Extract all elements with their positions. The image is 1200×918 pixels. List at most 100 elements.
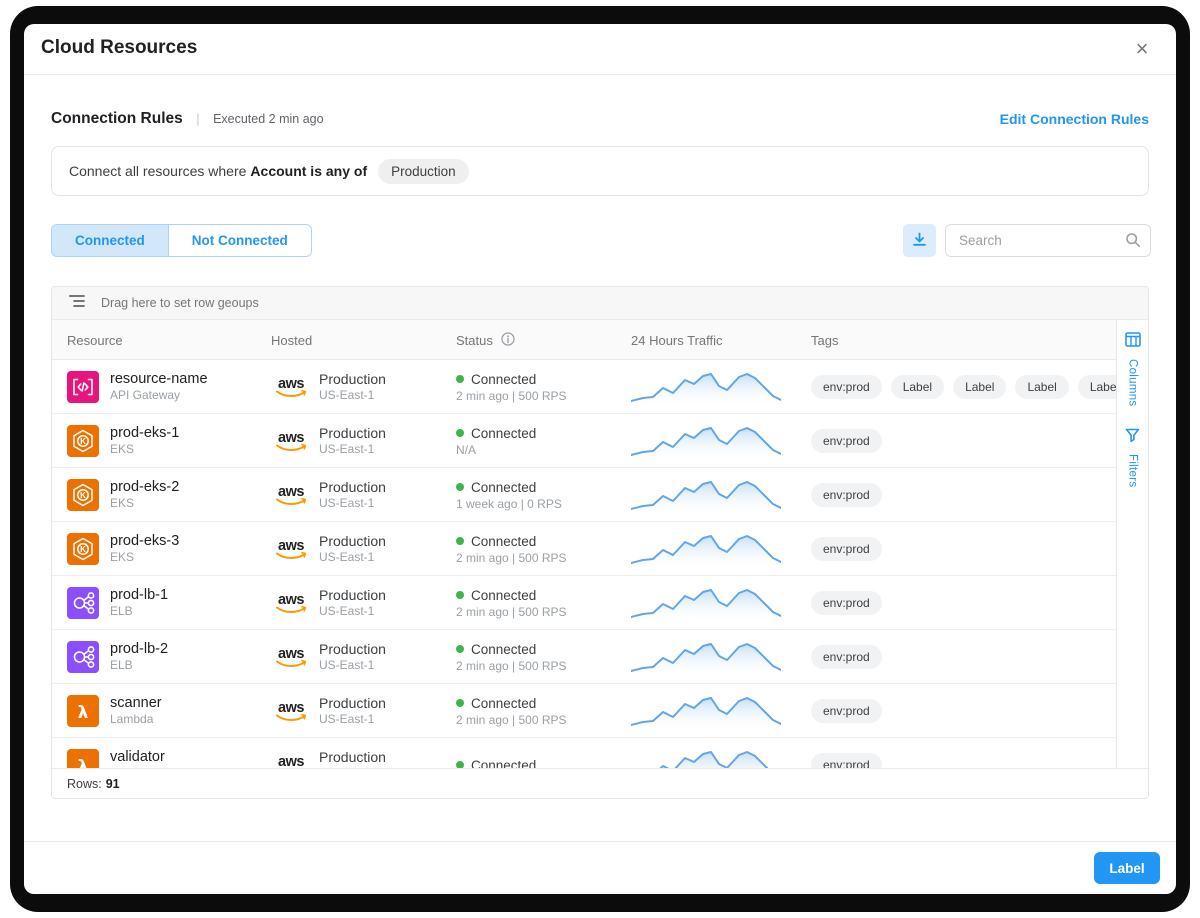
tab-connected[interactable]: Connected	[52, 225, 168, 256]
aws-logo: aws	[271, 590, 311, 616]
aws-logo: aws	[271, 536, 311, 562]
table-row[interactable]: Kprod-eks-1EKSawsProductionUS-East-1Conn…	[52, 414, 1116, 468]
traffic-sparkline	[631, 421, 781, 466]
status-cell: Connected	[456, 738, 536, 769]
hosted-cell: awsProductionUS-East-1	[271, 468, 386, 522]
resource-name: resource-name	[110, 371, 208, 388]
status-dot	[456, 645, 464, 653]
aws-logo: aws	[271, 428, 311, 454]
status-dot	[456, 591, 464, 599]
resource-cell: Kprod-eks-1EKS	[67, 414, 179, 468]
resource-type: EKS	[110, 550, 179, 565]
hosted-account: Production	[319, 749, 386, 766]
status-detail: 2 min ago | 500 RPS	[456, 712, 567, 728]
lambda-icon: λ	[67, 695, 99, 727]
status-dot	[456, 699, 464, 707]
tag-pill: env:prod	[811, 699, 882, 723]
hosted-cell: awsProductionUS-East-1	[271, 684, 386, 738]
hosted-account: Production	[319, 371, 386, 388]
table-footer: Rows: 91	[52, 768, 1148, 798]
column-header-resource[interactable]: Resource	[67, 320, 123, 360]
svg-text:aws: aws	[278, 376, 304, 392]
hosted-account: Production	[319, 695, 386, 712]
table-row[interactable]: Kprod-eks-2EKSawsProductionUS-East-1Conn…	[52, 468, 1116, 522]
table-row[interactable]: λvalidatorLambdaawsProductionUS-East-1Co…	[52, 738, 1116, 769]
side-tab-filters[interactable]: Filters	[1117, 416, 1148, 512]
status-text: Connected	[471, 479, 536, 496]
hosted-region: US-East-1	[319, 658, 386, 673]
download-button[interactable]	[903, 224, 936, 257]
tab-not-connected[interactable]: Not Connected	[168, 225, 311, 256]
status-detail: 2 min ago | 500 RPS	[456, 604, 567, 620]
table-row[interactable]: resource-nameAPI GatewayawsProductionUS-…	[52, 360, 1116, 414]
status-cell: Connected2 min ago | 500 RPS	[456, 522, 567, 576]
screenshot-frame: Cloud Resources × Connection Rules | Exe…	[10, 6, 1190, 912]
rule-sentence-prefix: Connect all resources where	[69, 163, 246, 179]
columns-icon	[1125, 332, 1141, 352]
hosted-region: US-East-1	[319, 712, 386, 727]
resource-name: prod-lb-1	[110, 587, 168, 604]
svg-text:K: K	[80, 545, 86, 554]
status-text: Connected	[471, 587, 536, 604]
resources-table: Drag here to set row geoups Resource Hos…	[51, 286, 1149, 799]
tag-pill: env:prod	[811, 483, 882, 507]
svg-text:aws: aws	[278, 538, 304, 554]
download-icon	[912, 232, 927, 250]
resource-cell: λvalidatorLambda	[67, 738, 165, 769]
label-button[interactable]: Label	[1094, 852, 1160, 884]
hosted-cell: awsProductionUS-East-1	[271, 414, 386, 468]
traffic-sparkline	[631, 583, 781, 628]
status-text: Connected	[471, 641, 536, 658]
resource-name: scanner	[110, 695, 162, 712]
search-box	[945, 224, 1151, 257]
column-header-tags[interactable]: Tags	[811, 320, 838, 360]
table-row[interactable]: λscannerLambdaawsProductionUS-East-1Conn…	[52, 684, 1116, 738]
row-group-icon	[69, 294, 85, 313]
status-cell: Connected2 min ago | 500 RPS	[456, 684, 567, 738]
rule-value-pill: Production	[378, 159, 469, 184]
column-header-hosted[interactable]: Hosted	[271, 320, 312, 360]
traffic-sparkline	[631, 475, 781, 520]
edit-connection-rules-link[interactable]: Edit Connection Rules	[1000, 111, 1149, 127]
tag-pill: env:prod	[811, 753, 882, 769]
elb-icon	[67, 587, 99, 619]
side-tab-columns[interactable]: Columns	[1117, 320, 1148, 416]
status-detail: 2 min ago | 500 RPS	[456, 658, 567, 674]
traffic-sparkline	[631, 367, 781, 412]
resource-type: EKS	[110, 442, 179, 457]
svg-text:λ: λ	[78, 703, 89, 723]
connection-rule-box: Connect all resources where Account is a…	[51, 146, 1149, 196]
eks-icon: K	[67, 425, 99, 457]
status-cell: Connected2 min ago | 500 RPS	[456, 360, 567, 414]
column-header-traffic[interactable]: 24 Hours Traffic	[631, 320, 723, 360]
svg-text:aws: aws	[278, 592, 304, 608]
column-header-status[interactable]: Status	[456, 320, 515, 360]
table-row[interactable]: prod-lb-1ELBawsProductionUS-East-1Connec…	[52, 576, 1116, 630]
row-group-drop-zone[interactable]: Drag here to set row geoups	[52, 287, 1148, 320]
modal-footer: Label	[24, 841, 1176, 894]
resource-name: prod-eks-3	[110, 533, 179, 550]
status-detail: 2 min ago | 500 RPS	[456, 550, 567, 566]
connection-rules-title: Connection Rules	[51, 110, 183, 127]
side-tab-filters-label: Filters	[1127, 454, 1139, 487]
hosted-cell: awsProductionUS-East-1	[271, 630, 386, 684]
rule-sentence-bold: Account is any of	[250, 163, 367, 179]
table-row[interactable]: prod-lb-2ELBawsProductionUS-East-1Connec…	[52, 630, 1116, 684]
rows-count: 91	[106, 777, 120, 791]
hosted-cell: awsProductionUS-East-1	[271, 576, 386, 630]
resource-name: validator	[110, 749, 165, 766]
rules-executed-text: Executed 2 min ago	[213, 112, 324, 126]
traffic-sparkline	[631, 745, 781, 769]
hosted-region: US-East-1	[319, 604, 386, 619]
resource-type: EKS	[110, 496, 179, 511]
tag-pill: Label	[1015, 375, 1068, 399]
table-row[interactable]: Kprod-eks-3EKSawsProductionUS-East-1Conn…	[52, 522, 1116, 576]
rows-label: Rows:	[67, 777, 102, 791]
info-icon[interactable]	[501, 332, 515, 349]
close-icon[interactable]: ×	[1128, 35, 1156, 63]
svg-text:K: K	[80, 437, 86, 446]
search-input[interactable]	[945, 224, 1151, 257]
status-dot	[456, 537, 464, 545]
svg-text:K: K	[80, 491, 86, 500]
table-side-rail: Columns Filters	[1116, 320, 1148, 768]
